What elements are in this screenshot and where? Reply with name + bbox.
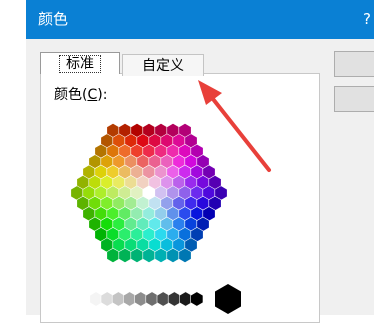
- annotation-arrow: [198, 80, 271, 172]
- arrow-head: [198, 80, 222, 105]
- arrow-shaft: [211, 97, 271, 172]
